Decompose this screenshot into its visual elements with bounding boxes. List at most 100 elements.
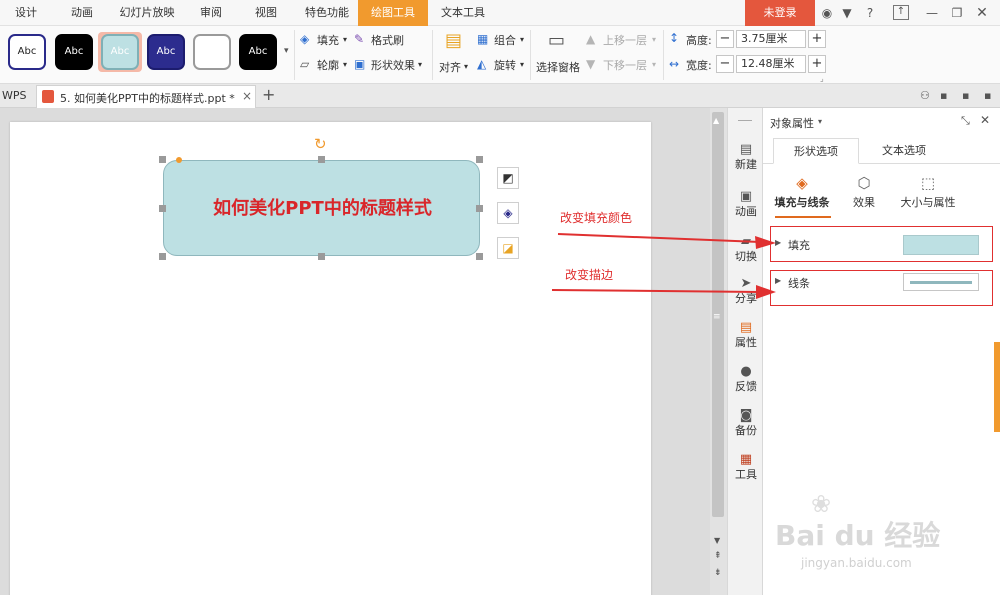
scrollbar-thumb[interactable]: ▲ ≡ [712,112,724,517]
shape-title-text[interactable]: 如何美化PPT中的标题样式 [164,161,481,257]
float-edit-shape-icon[interactable]: ◩ [497,167,519,189]
fill-button[interactable]: 填充 [317,32,339,48]
group-dropdown-icon[interactable]: ▾ [520,33,524,47]
panel-close-icon[interactable]: ✕ [980,113,990,127]
line-expand-icon[interactable]: ▶ [775,276,781,285]
save-cloud-icon[interactable]: ▪ [940,89,947,102]
export-icon[interactable]: ▪ [962,89,969,102]
outline-button[interactable]: 轮廓 [317,57,339,73]
panel-title-dropdown-icon[interactable]: ▾ [818,117,822,126]
scroll-up-icon[interactable]: ▲ [713,116,719,125]
adjust-handle[interactable] [176,157,182,163]
width-increase-button[interactable]: + [808,55,826,73]
shape-style-black[interactable]: Abc [55,34,93,70]
width-decrease-button[interactable]: − [716,55,734,73]
group-icon[interactable]: ▦ [477,32,488,46]
prev-slide-icon[interactable]: ⇞ [714,551,722,561]
fill-expand-icon[interactable]: ▶ [775,238,781,247]
rotate-handle-icon[interactable]: ↻ [314,136,327,152]
skin-icon[interactable]: ◉ [820,5,834,21]
fill-color-swatch[interactable] [903,235,979,255]
new-tab-icon[interactable]: + [262,85,275,104]
menu-animation[interactable]: 动画 [56,0,108,26]
menu-view[interactable]: 视图 [240,0,292,26]
shape-style-light-blue[interactable]: Abc [101,34,139,70]
panel-collapse-tab[interactable] [994,342,1000,432]
panel-dock-icon[interactable]: ⤡ [961,114,970,128]
resize-handle-w[interactable] [159,205,166,212]
close-tab-icon[interactable]: × [242,89,252,103]
panel-title[interactable]: 对象属性 [770,115,814,131]
subtab-size-properties[interactable]: ⬚ 大小与属性 [891,174,965,214]
side-item-transition[interactable]: ▰ 切换 [728,234,764,264]
shape-effect-button[interactable]: 形状效果 [371,57,415,73]
line-style-swatch[interactable] [903,273,979,291]
shape-effect-dropdown-icon[interactable]: ▾ [418,58,422,72]
fill-bucket-icon[interactable]: ◈ [300,32,309,46]
document-tab[interactable]: 5. 如何美化PPT中的标题样式.ppt * × [36,85,256,108]
subtab-fill-and-line[interactable]: ◈ 填充与线条 [767,174,837,214]
rotate-button[interactable]: 旋转 [494,57,516,73]
print-icon[interactable]: ▪ [984,89,991,102]
shape-style-black-2[interactable]: Abc [239,34,277,70]
menu-text-tools[interactable]: 文本工具 [430,0,496,26]
resize-handle-se[interactable] [476,253,483,260]
next-slide-icon[interactable]: ⇟ [714,568,722,578]
menu-slideshow[interactable]: 幻灯片放映 [112,0,182,26]
resize-handle-n[interactable] [318,156,325,163]
rotate-icon[interactable]: ◭ [477,57,486,71]
side-item-new[interactable]: ▤ 新建 [728,142,764,172]
group-button[interactable]: 组合 [494,32,516,48]
resize-handle-s[interactable] [318,253,325,260]
float-fill-icon[interactable]: ◈ [497,202,519,224]
tab-text-options[interactable]: 文本选项 [859,138,949,164]
style-gallery-more-icon[interactable]: ▾ [284,44,289,58]
user-icon[interactable]: ⚇ [920,89,930,102]
float-outline-icon[interactable]: ◪ [497,237,519,259]
line-section[interactable]: ▶ 线条 [770,270,993,306]
side-item-animation[interactable]: ▣ 动画 [728,189,764,219]
tab-shape-options[interactable]: 形状选项 [773,138,859,164]
outline-icon[interactable]: ▱ [300,57,309,71]
resize-handle-sw[interactable] [159,253,166,260]
height-increase-button[interactable]: + [808,30,826,48]
outline-dropdown-icon[interactable]: ▾ [343,58,347,72]
width-input[interactable]: 12.48厘米 [736,55,806,73]
fill-section[interactable]: ▶ 填充 [770,226,993,262]
height-decrease-button[interactable]: − [716,30,734,48]
shape-style-plain-white[interactable] [193,34,231,70]
minimize-icon[interactable]: — [925,5,939,21]
menu-design[interactable]: 设计 [0,0,52,26]
fill-dropdown-icon[interactable]: ▾ [343,33,347,47]
upload-icon[interactable]: ↑ [893,5,909,20]
side-item-share[interactable]: ➤ 分享 [728,276,764,306]
align-dropdown-icon[interactable]: ▾ [464,60,468,74]
tshirt-icon[interactable]: ▼ [840,5,854,21]
selection-pane-icon[interactable]: ▭ [548,31,565,51]
subtab-effect[interactable]: ⬡ 效果 [829,174,899,214]
align-button[interactable]: 对齐 [439,59,461,75]
align-icon[interactable]: ▤ [445,31,462,51]
menu-special[interactable]: 特色功能 [296,0,358,26]
rounded-rectangle-shape[interactable]: 如何美化PPT中的标题样式 [163,160,480,256]
rotate-dropdown-icon[interactable]: ▾ [520,58,524,72]
app-tab-label[interactable]: WPS [2,89,27,102]
side-item-properties[interactable]: ▤ 属性 [728,320,764,350]
format-painter-button[interactable]: 格式刷 [371,32,404,48]
slide-canvas[interactable]: 如何美化PPT中的标题样式 ↻ ◩ ◈ ◪ [10,122,651,595]
help-icon[interactable]: ? [860,5,880,21]
vertical-scrollbar[interactable]: ▲ ≡ ▼ ⇞ ⇟ [710,108,727,595]
side-item-tools[interactable]: ▦ 工具 [728,452,764,482]
menu-review[interactable]: 审阅 [186,0,236,26]
scroll-down-icon[interactable]: ▼ [714,536,720,545]
side-item-feedback[interactable]: ● 反馈 [728,364,764,394]
selection-pane-button[interactable]: 选择窗格 [536,59,580,75]
resize-handle-e[interactable] [476,205,483,212]
resize-handle-nw[interactable] [159,156,166,163]
side-item-backup[interactable]: ◙ 备份 [728,408,764,438]
shape-effect-icon[interactable]: ▣ [354,57,365,71]
menu-drawing-tools[interactable]: 绘图工具 [358,0,428,26]
close-window-icon[interactable]: ✕ [975,5,989,21]
shape-style-white-navy[interactable]: Abc [8,34,46,70]
format-painter-icon[interactable]: ✎ [354,32,364,46]
